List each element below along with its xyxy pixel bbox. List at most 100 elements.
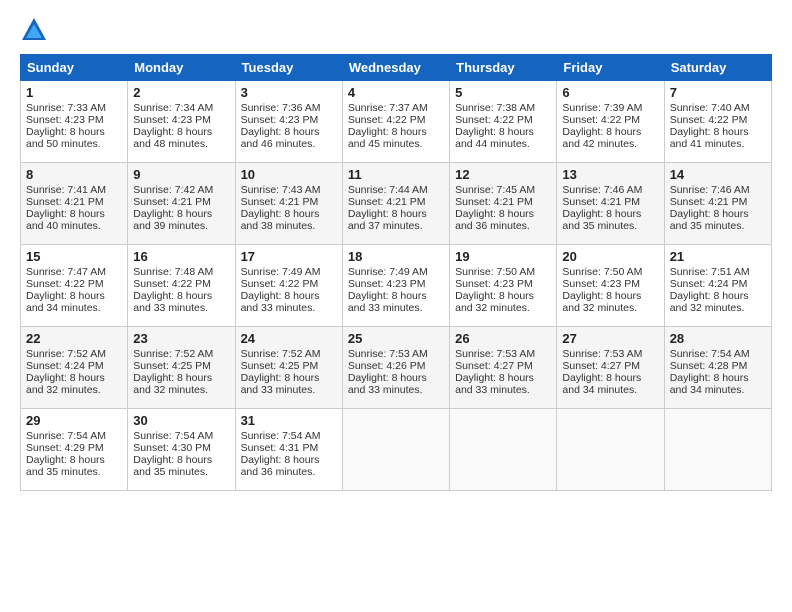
calendar-cell xyxy=(557,409,664,491)
calendar-cell: 26Sunrise: 7:53 AMSunset: 4:27 PMDayligh… xyxy=(450,327,557,409)
calendar-cell: 8Sunrise: 7:41 AMSunset: 4:21 PMDaylight… xyxy=(21,163,128,245)
sunset-label: Sunset: 4:30 PM xyxy=(133,442,211,454)
sunset-label: Sunset: 4:23 PM xyxy=(26,114,104,126)
daylight-label: Daylight: 8 hours and 33 minutes. xyxy=(455,372,534,396)
calendar-cell: 2Sunrise: 7:34 AMSunset: 4:23 PMDaylight… xyxy=(128,81,235,163)
sunset-label: Sunset: 4:22 PM xyxy=(26,278,104,290)
daylight-label: Daylight: 8 hours and 48 minutes. xyxy=(133,126,212,150)
calendar-cell: 30Sunrise: 7:54 AMSunset: 4:30 PMDayligh… xyxy=(128,409,235,491)
day-number: 20 xyxy=(562,249,658,264)
daylight-label: Daylight: 8 hours and 38 minutes. xyxy=(241,208,320,232)
daylight-label: Daylight: 8 hours and 33 minutes. xyxy=(348,290,427,314)
daylight-label: Daylight: 8 hours and 39 minutes. xyxy=(133,208,212,232)
sunset-label: Sunset: 4:22 PM xyxy=(241,278,319,290)
logo xyxy=(20,16,54,44)
daylight-label: Daylight: 8 hours and 35 minutes. xyxy=(562,208,641,232)
sunrise-label: Sunrise: 7:43 AM xyxy=(241,184,321,196)
day-number: 12 xyxy=(455,167,551,182)
calendar-cell: 24Sunrise: 7:52 AMSunset: 4:25 PMDayligh… xyxy=(235,327,342,409)
daylight-label: Daylight: 8 hours and 35 minutes. xyxy=(26,454,105,478)
sunrise-label: Sunrise: 7:46 AM xyxy=(562,184,642,196)
calendar-cell: 3Sunrise: 7:36 AMSunset: 4:23 PMDaylight… xyxy=(235,81,342,163)
sunrise-label: Sunrise: 7:36 AM xyxy=(241,102,321,114)
sunset-label: Sunset: 4:24 PM xyxy=(670,278,748,290)
sunrise-label: Sunrise: 7:50 AM xyxy=(562,266,642,278)
calendar-cell: 25Sunrise: 7:53 AMSunset: 4:26 PMDayligh… xyxy=(342,327,449,409)
weekday-thursday: Thursday xyxy=(450,55,557,81)
daylight-label: Daylight: 8 hours and 50 minutes. xyxy=(26,126,105,150)
weekday-friday: Friday xyxy=(557,55,664,81)
day-number: 19 xyxy=(455,249,551,264)
sunset-label: Sunset: 4:28 PM xyxy=(670,360,748,372)
sunset-label: Sunset: 4:22 PM xyxy=(562,114,640,126)
daylight-label: Daylight: 8 hours and 37 minutes. xyxy=(348,208,427,232)
daylight-label: Daylight: 8 hours and 32 minutes. xyxy=(133,372,212,396)
calendar-week-4: 22 Sunrise: 7:52 AM Sunset: 4:24 PM Dayligh… xyxy=(21,327,772,409)
calendar-cell xyxy=(450,409,557,491)
calendar-cell: 18Sunrise: 7:49 AMSunset: 4:23 PMDayligh… xyxy=(342,245,449,327)
calendar-cell: 13Sunrise: 7:46 AMSunset: 4:21 PMDayligh… xyxy=(557,163,664,245)
day-number: 2 xyxy=(133,85,229,100)
sunset-label: Sunset: 4:23 PM xyxy=(455,278,533,290)
sunset-label: Sunset: 4:23 PM xyxy=(348,278,426,290)
sunrise-label: Sunrise: 7:54 AM xyxy=(670,348,750,360)
calendar-week-1: 1Sunrise: 7:33 AMSunset: 4:23 PMDaylight… xyxy=(21,81,772,163)
sunset-label: Sunset: 4:22 PM xyxy=(133,278,211,290)
daylight-label: Daylight: 8 hours and 32 minutes. xyxy=(670,290,749,314)
calendar-body: 1Sunrise: 7:33 AMSunset: 4:23 PMDaylight… xyxy=(21,81,772,491)
day-number: 24 xyxy=(241,331,337,346)
calendar-week-2: 8Sunrise: 7:41 AMSunset: 4:21 PMDaylight… xyxy=(21,163,772,245)
sunset-label: Sunset: 4:21 PM xyxy=(241,196,319,208)
sunset-label: Sunset: 4:27 PM xyxy=(562,360,640,372)
sunrise-label: Sunrise: 7:49 AM xyxy=(241,266,321,278)
calendar-cell: 20Sunrise: 7:50 AMSunset: 4:23 PMDayligh… xyxy=(557,245,664,327)
day-number: 28 xyxy=(670,331,766,346)
daylight-label: Daylight: 8 hours and 46 minutes. xyxy=(241,126,320,150)
sunset-label: Sunset: 4:24 PM xyxy=(26,360,104,372)
sunrise-label: Sunrise: 7:52 AM xyxy=(241,348,321,360)
sunrise-label: Sunrise: 7:53 AM xyxy=(348,348,428,360)
sunset-label: Sunset: 4:21 PM xyxy=(133,196,211,208)
daylight-label: Daylight: 8 hours and 33 minutes. xyxy=(241,372,320,396)
sunset-label: Sunset: 4:22 PM xyxy=(455,114,533,126)
weekday-monday: Monday xyxy=(128,55,235,81)
sunrise-label: Sunrise: 7:54 AM xyxy=(133,430,213,442)
sunrise-label: Sunrise: 7:45 AM xyxy=(455,184,535,196)
sunrise-label: Sunrise: 7:47 AM xyxy=(26,266,106,278)
sunset-label: Sunset: 4:23 PM xyxy=(562,278,640,290)
day-number: 31 xyxy=(241,413,337,428)
daylight-label: Daylight: 8 hours and 42 minutes. xyxy=(562,126,641,150)
calendar-cell: 17Sunrise: 7:49 AMSunset: 4:22 PMDayligh… xyxy=(235,245,342,327)
daylight-label: Daylight: 8 hours and 34 minutes. xyxy=(562,372,641,396)
calendar-cell xyxy=(342,409,449,491)
sunrise-label: Sunrise: 7:41 AM xyxy=(26,184,106,196)
calendar-cell: 28Sunrise: 7:54 AMSunset: 4:28 PMDayligh… xyxy=(664,327,771,409)
daylight-label: Daylight: 8 hours and 33 minutes. xyxy=(241,290,320,314)
sunset-label: Sunset: 4:26 PM xyxy=(348,360,426,372)
calendar-cell: 1Sunrise: 7:33 AMSunset: 4:23 PMDaylight… xyxy=(21,81,128,163)
daylight-label: Daylight: 8 hours and 45 minutes. xyxy=(348,126,427,150)
weekday-header-row: SundayMondayTuesdayWednesdayThursdayFrid… xyxy=(21,55,772,81)
weekday-wednesday: Wednesday xyxy=(342,55,449,81)
day-number: 18 xyxy=(348,249,444,264)
day-number: 3 xyxy=(241,85,337,100)
day-number: 26 xyxy=(455,331,551,346)
calendar-cell: 23Sunrise: 7:52 AMSunset: 4:25 PMDayligh… xyxy=(128,327,235,409)
calendar-cell: 4Sunrise: 7:37 AMSunset: 4:22 PMDaylight… xyxy=(342,81,449,163)
day-number: 8 xyxy=(26,167,122,182)
day-number: 22 xyxy=(26,331,122,346)
sunrise-label: Sunrise: 7:51 AM xyxy=(670,266,750,278)
day-number: 23 xyxy=(133,331,229,346)
weekday-tuesday: Tuesday xyxy=(235,55,342,81)
day-number: 21 xyxy=(670,249,766,264)
day-number: 7 xyxy=(670,85,766,100)
daylight-label: Daylight: 8 hours and 44 minutes. xyxy=(455,126,534,150)
daylight-label: Daylight: 8 hours and 35 minutes. xyxy=(133,454,212,478)
day-number: 10 xyxy=(241,167,337,182)
sunset-label: Sunset: 4:21 PM xyxy=(562,196,640,208)
day-number: 27 xyxy=(562,331,658,346)
daylight-label: Daylight: 8 hours and 36 minutes. xyxy=(241,454,320,478)
day-number: 4 xyxy=(348,85,444,100)
calendar-cell: 11Sunrise: 7:44 AMSunset: 4:21 PMDayligh… xyxy=(342,163,449,245)
sunrise-label: Sunrise: 7:48 AM xyxy=(133,266,213,278)
